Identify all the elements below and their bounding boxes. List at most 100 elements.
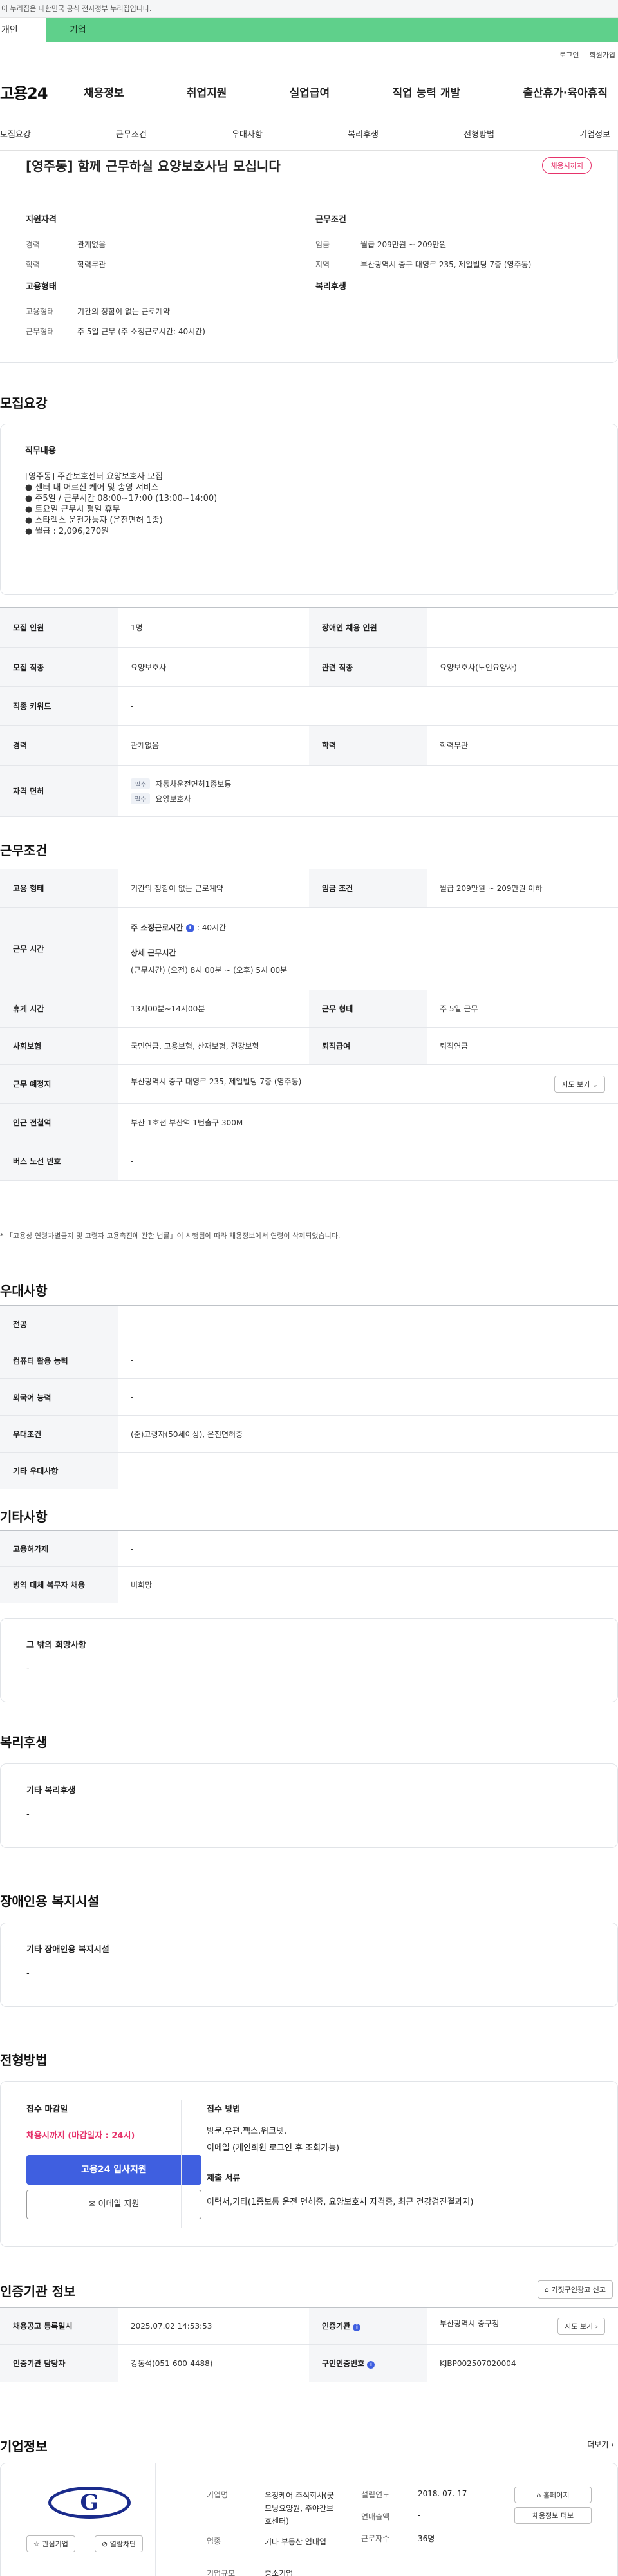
benefit-heading: 기타 복리후생	[26, 1786, 76, 1796]
work-table: 고용 형태 기간의 정함이 없는 근로계약 임금 조건 월급 209만원 ~ 2…	[0, 869, 618, 1181]
table-row: 우대조건 (준)고령자(50세이상), 운전면허증	[0, 1415, 618, 1453]
cell-label: 모집 직종	[0, 647, 118, 687]
gnb-item-employment-support[interactable]: 취업지원	[187, 84, 227, 100]
apply-button[interactable]: 고용24 입사지원	[26, 2155, 201, 2185]
method-block: 접수 방법 방문,우편,팩스,워크넷, 이메일 (개인회원 로그인 후 조회가능…	[207, 2102, 593, 2207]
cell-value: KJBP002507020004	[427, 2344, 618, 2382]
cell-label: 사회보험	[0, 1027, 118, 1065]
employment-heading: 고용형태	[26, 282, 57, 292]
value-company-name: 우정케어 주식회사(굿모닝요양원, 주야간보호센터)	[265, 2491, 334, 2526]
company-jobs-button[interactable]: 채용정보 더보	[514, 2507, 592, 2524]
map-view-button[interactable]: 지도 보기 ⌄	[554, 1075, 605, 1093]
main-content: [영주동] 함께 근무하실 요양보호사님 모십니다 채용시까지 지원자격 경력 관…	[0, 151, 618, 2576]
section-anchor-nav: 모집요강 근무조건 우대사항 복리후생 전형방법 기업정보	[0, 117, 618, 151]
license-name: 요양보호사	[155, 794, 191, 804]
label-company-name: 기업명	[207, 2490, 229, 2499]
other-requests-card: 그 밖의 희망사항 -	[0, 1618, 618, 1702]
etc-table: 고용허가제 - 병역 대체 복무자 채용 비희망	[0, 1530, 618, 1603]
email-apply-button[interactable]: ✉ 이메일 지원	[26, 2190, 201, 2219]
cell-value: 요양보호사(노인요양사)	[427, 647, 618, 687]
section-title-company: 기업정보	[0, 2439, 48, 2454]
table-row: 모집 인원 1명 장애인 채용 인원 -	[0, 607, 618, 648]
employment-block: 고용형태 고용형태 기간의 정함이 없는 근로계약 근무형태 주 5일 근무 (주 …	[26, 279, 296, 346]
table-row: 인근 전철역 부산 1호선 부산역 1번출구 300M	[0, 1103, 618, 1142]
duty-line: ● 토요일 근무시 평일 휴무	[25, 505, 120, 514]
table-row: 버스 노선 번호 -	[0, 1142, 618, 1181]
anchor-process[interactable]: 전형방법	[464, 127, 494, 140]
disabled-facility-card: 기타 장애인용 복지시설 -	[0, 1923, 618, 2007]
table-row: 경력 관계없음 학력 학력무관	[0, 725, 618, 766]
benefit-value: -	[26, 1810, 30, 1819]
label-wage: 임금	[315, 240, 330, 249]
cell-value: 13시00분~14시00분	[118, 990, 309, 1028]
agency-map-button[interactable]: 지도 보기 ›	[557, 2317, 605, 2335]
label-region: 지역	[315, 260, 330, 269]
anchor-work[interactable]: 근무조건	[116, 127, 147, 140]
cell-value: 1명	[118, 607, 309, 648]
tab-personal[interactable]: 개인	[0, 18, 46, 42]
anchor-benefit[interactable]: 복리후생	[348, 127, 379, 140]
company-card: G ☆ 관심기업 ⊘ 열람차단 기업명 우정케어 주식회사(굿모닝요양원, 주야…	[0, 2463, 618, 2576]
anchor-recruit[interactable]: 모집요강	[0, 127, 31, 140]
agency-table: 채용공고 등록일시 2025.07.02 14:53:53 인증기관 i 부산광…	[0, 2307, 618, 2382]
job-title: [영주동] 함께 근무하실 요양보호사님 모십니다	[26, 158, 281, 174]
table-row: 모집 직종 요양보호사 관련 직종 요양보호사(노인요양사)	[0, 647, 618, 687]
table-row: 병역 대체 복무자 채용 비희망	[0, 1566, 618, 1603]
cell-label: 퇴직급여	[309, 1027, 427, 1065]
mail-icon: ✉	[88, 2199, 96, 2209]
cell-label: 인증기관 i	[309, 2307, 427, 2345]
gnb-item-unemployment-benefit[interactable]: 실업급여	[290, 84, 330, 100]
cell-value: 비희망	[118, 1566, 618, 1603]
deadline-value: 채용시까지 (마감일자 : 24시)	[26, 2131, 135, 2141]
block-view-button[interactable]: ⊘ 열람차단	[95, 2535, 144, 2552]
status-badge: 채용시까지	[542, 157, 592, 174]
tab-company[interactable]: 기업	[46, 18, 618, 42]
section-title-prefer: 우대사항	[0, 1283, 48, 1299]
cell-label: 기타 우대사항	[0, 1452, 118, 1489]
value-wage: 월급 209만원 ~ 209만원	[360, 240, 447, 249]
company-more-link[interactable]: 더보기 ›	[587, 2439, 614, 2450]
duty-line: ● 월급 : 2,096,270원	[25, 527, 109, 536]
duty-line: ● 주5일 / 근무시간 08:00~17:00 (13:00~14:00)	[25, 494, 218, 503]
required-pill: 필수	[131, 793, 151, 804]
table-row: 근무 시간 주 소정근로시간 i : 40시간 상세 근무시간 (근무시간) (…	[0, 907, 618, 990]
signup-link[interactable]: 회원가입	[590, 50, 615, 60]
label-company-size: 기업규모	[207, 2569, 236, 2576]
info-icon[interactable]: i	[185, 924, 194, 932]
work-place-cell: 부산광역시 중구 대영로 235, 제일빌딩 7층 (영주동) 지도 보기 ⌄	[118, 1064, 618, 1104]
login-link[interactable]: 로그인	[559, 50, 579, 60]
gnb-item-jobs[interactable]: 채용정보	[84, 84, 124, 100]
cell-value: -	[118, 686, 618, 726]
cell-value: 요양보호사	[118, 647, 309, 687]
site-logo[interactable]: 고용24	[0, 80, 84, 103]
cell-label: 우대조건	[0, 1415, 118, 1453]
gnb-item-parental-leave[interactable]: 출산휴가·육아휴직	[523, 84, 608, 100]
cell-value: 기간의 정함이 없는 근로계약	[118, 869, 309, 908]
section-title-work: 근무조건	[0, 843, 48, 858]
conditions-heading: 근무조건	[315, 215, 346, 225]
gnb-item-training[interactable]: 직업 능력 개발	[392, 84, 460, 100]
label-employment-type: 고용형태	[26, 307, 55, 316]
cell-label: 채용공고 등록일시	[0, 2307, 118, 2345]
table-row: 전공 -	[0, 1305, 618, 1342]
disabled-facility-heading: 기타 장애인용 복지시설	[26, 1945, 109, 1955]
info-icon[interactable]: i	[367, 2361, 375, 2369]
cell-value: 부산광역시 중구청 지도 보기 ›	[427, 2307, 618, 2345]
cell-label: 임금 조건	[309, 869, 427, 908]
duty-line: ● 스타렉스 운전가능자 (운전면허 1종)	[25, 516, 163, 525]
info-icon[interactable]: i	[353, 2324, 361, 2331]
table-row: 인증기관 담당자 강동석(051-600-4488) 구인인증번호 i KJBP…	[0, 2344, 618, 2382]
report-false-ad-button[interactable]: ⌂ 거짓구인광고 신고	[538, 2280, 613, 2299]
anchor-company[interactable]: 기업정보	[579, 127, 610, 140]
table-row: 고용허가제 -	[0, 1530, 618, 1567]
qualification-heading: 지원자격	[26, 215, 57, 225]
label-industry: 업종	[207, 2537, 221, 2546]
homepage-button[interactable]: ⌂ 홈페이지	[514, 2487, 592, 2503]
favorite-company-button[interactable]: ☆ 관심기업	[26, 2535, 75, 2552]
section-title-process: 전형방법	[0, 2053, 48, 2068]
anchor-prefer[interactable]: 우대사항	[232, 127, 263, 140]
cell-label: 병역 대체 복무자 채용	[0, 1566, 118, 1603]
label-education: 학력	[26, 260, 41, 269]
other-requests-value: -	[26, 1664, 30, 1674]
label-staff: 근로자수	[361, 2534, 390, 2543]
